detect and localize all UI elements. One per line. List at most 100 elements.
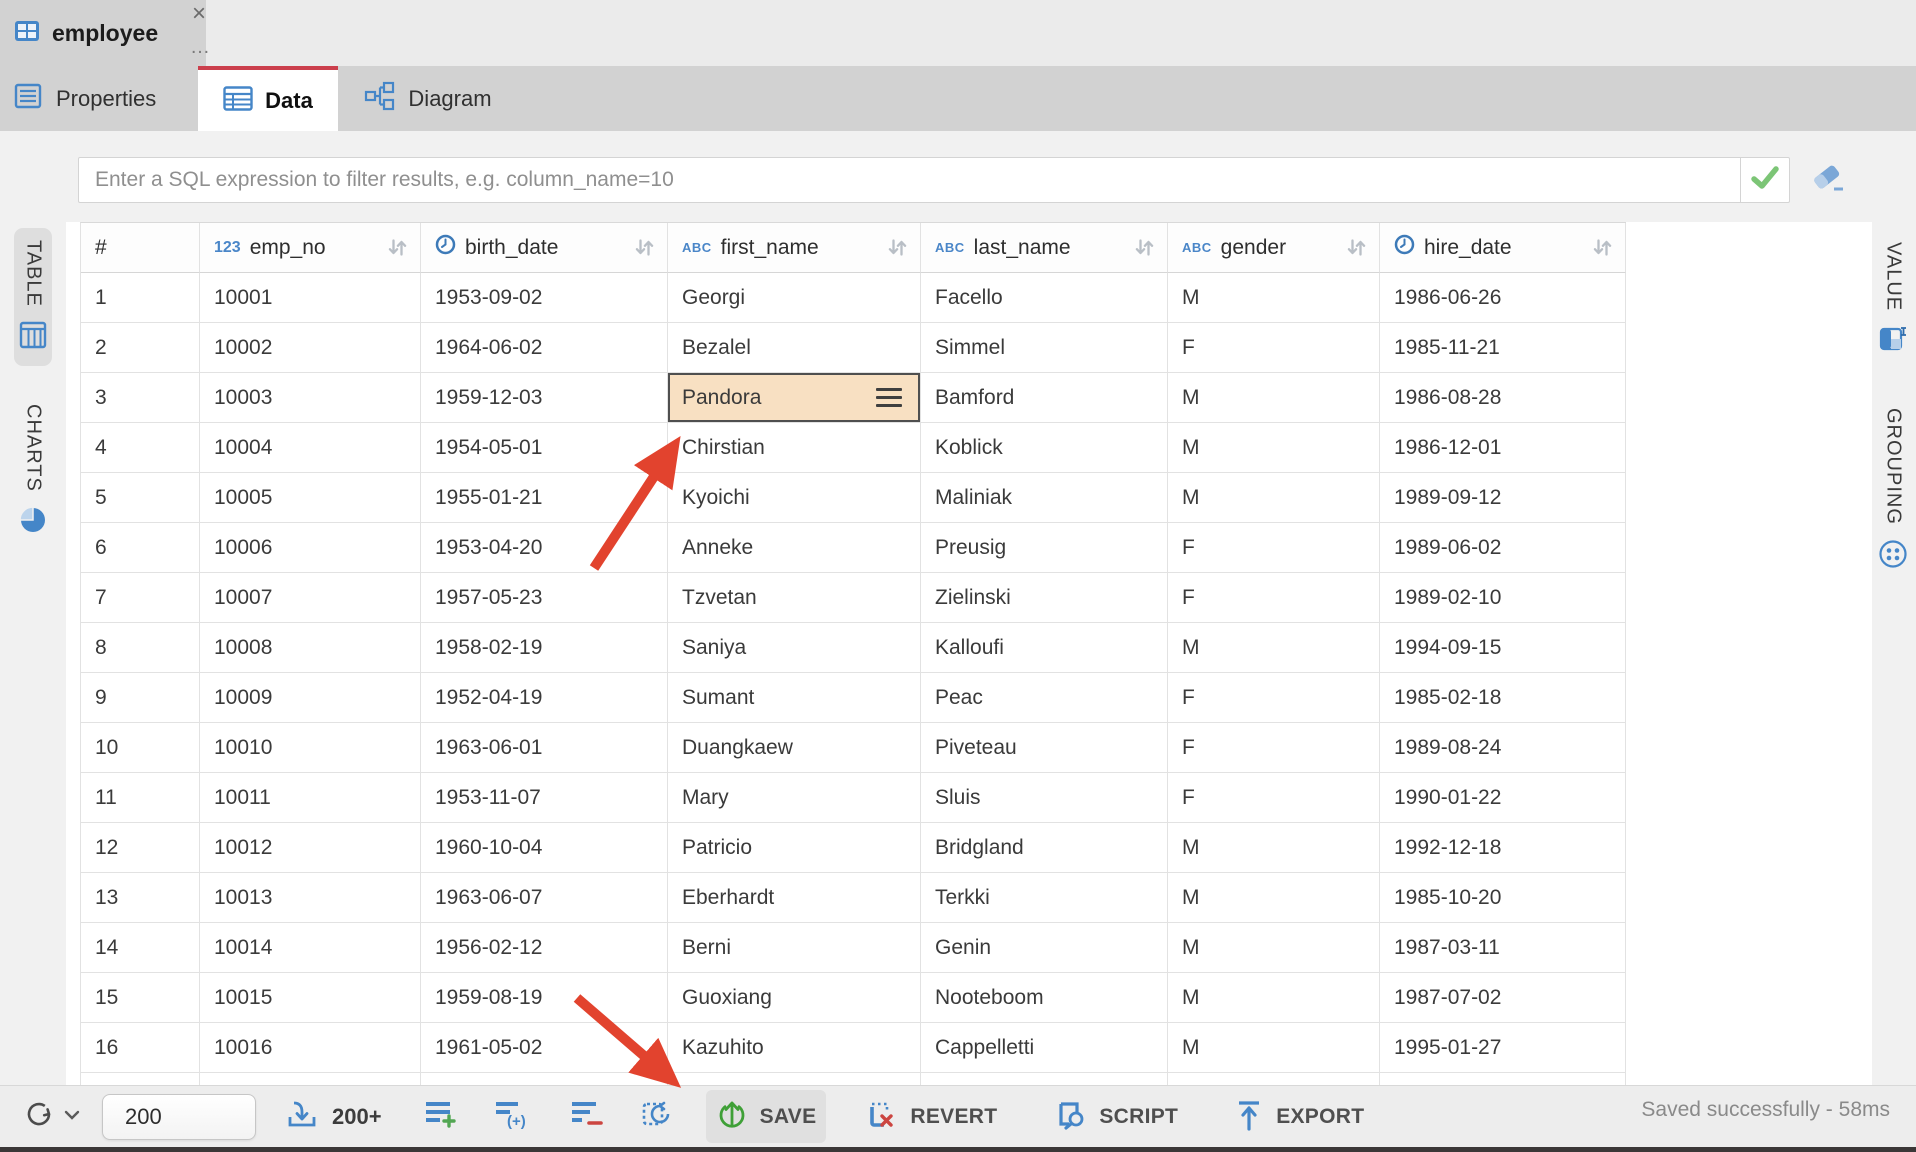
table-cell[interactable]: 1954-05-01: [421, 423, 668, 473]
table-cell[interactable]: 1989-09-12: [1380, 473, 1626, 523]
table-cell[interactable]: 1992-12-18: [1380, 823, 1626, 873]
table-cell[interactable]: 10012: [200, 823, 421, 873]
table-cell[interactable]: Facello: [921, 273, 1168, 323]
table-cell[interactable]: Kazuhito: [668, 1023, 921, 1073]
table-cell[interactable]: [421, 1073, 668, 1085]
table-cell[interactable]: 10010: [200, 723, 421, 773]
table-cell[interactable]: Piveteau: [921, 723, 1168, 773]
table-cell[interactable]: 1955-01-21: [421, 473, 668, 523]
close-icon[interactable]: ×: [192, 2, 206, 26]
row-number-cell[interactable]: 3: [81, 373, 200, 423]
refresh-icon[interactable]: [22, 1097, 56, 1136]
table-cell[interactable]: 1961-05-02: [421, 1023, 668, 1073]
table-cell[interactable]: M: [1168, 623, 1380, 673]
table-cell[interactable]: 1989-06-02: [1380, 523, 1626, 573]
table-cell[interactable]: 10016: [200, 1023, 421, 1073]
table-cell[interactable]: 1989-02-10: [1380, 573, 1626, 623]
row-number-cell[interactable]: 8: [81, 623, 200, 673]
table-cell[interactable]: 1994-09-15: [1380, 623, 1626, 673]
table-cell[interactable]: 1953-04-20: [421, 523, 668, 573]
editor-tab-employee[interactable]: employee: [0, 0, 206, 66]
table-cell[interactable]: Bridgland: [921, 823, 1168, 873]
table-cell[interactable]: Preusig: [921, 523, 1168, 573]
table-cell[interactable]: 1963-06-07: [421, 873, 668, 923]
table-cell[interactable]: 1959-12-03: [421, 373, 668, 423]
table-cell[interactable]: 10008: [200, 623, 421, 673]
sort-icon[interactable]: [1592, 237, 1613, 258]
table-cell[interactable]: M: [1168, 923, 1380, 973]
sort-icon[interactable]: [634, 237, 655, 258]
panel-tab-grouping[interactable]: GROUPING: [1873, 396, 1913, 586]
revert-button[interactable]: REVERT: [854, 1090, 1007, 1143]
table-cell[interactable]: M: [1168, 823, 1380, 873]
table-cell[interactable]: 1959-08-19: [421, 973, 668, 1023]
add-row-icon[interactable]: [424, 1099, 458, 1134]
table-cell[interactable]: 1958-02-19: [421, 623, 668, 673]
table-cell[interactable]: 10013: [200, 873, 421, 923]
tab-diagram[interactable]: Diagram: [338, 66, 518, 131]
row-number-cell[interactable]: 13: [81, 873, 200, 923]
table-cell[interactable]: 10006: [200, 523, 421, 573]
column-header-birth_date[interactable]: birth_date: [421, 223, 668, 273]
table-cell[interactable]: Kyoichi: [668, 473, 921, 523]
table-cell[interactable]: Koblick: [921, 423, 1168, 473]
table-cell[interactable]: [668, 1073, 921, 1085]
table-cell[interactable]: Sluis: [921, 773, 1168, 823]
table-cell[interactable]: [921, 1073, 1168, 1085]
table-cell[interactable]: 1986-06-26: [1380, 273, 1626, 323]
table-cell[interactable]: Patricio: [668, 823, 921, 873]
table-cell[interactable]: 10004: [200, 423, 421, 473]
table-cell[interactable]: M: [1168, 473, 1380, 523]
table-cell[interactable]: 1960-10-04: [421, 823, 668, 873]
table-cell[interactable]: 1952-04-19: [421, 673, 668, 723]
table-cell[interactable]: 1989-08-24: [1380, 723, 1626, 773]
row-number-cell[interactable]: 12: [81, 823, 200, 873]
row-number-cell[interactable]: 5: [81, 473, 200, 523]
table-cell[interactable]: 10007: [200, 573, 421, 623]
table-cell[interactable]: 1990-01-22: [1380, 773, 1626, 823]
tab-data[interactable]: Data: [198, 66, 338, 131]
table-cell[interactable]: Terkki: [921, 873, 1168, 923]
fetch-size-input[interactable]: [102, 1094, 256, 1140]
table-cell[interactable]: Berni: [668, 923, 921, 973]
column-header-last_name[interactable]: ABClast_name: [921, 223, 1168, 273]
tab-properties[interactable]: Properties: [0, 66, 198, 131]
table-cell[interactable]: Maliniak: [921, 473, 1168, 523]
table-cell[interactable]: Nooteboom: [921, 973, 1168, 1023]
table-cell[interactable]: F: [1168, 573, 1380, 623]
clear-filter-button[interactable]: [1808, 161, 1848, 201]
row-number-cell[interactable]: 1: [81, 273, 200, 323]
duplicate-row-icon[interactable]: (+): [494, 1099, 534, 1134]
table-cell[interactable]: M: [1168, 273, 1380, 323]
table-cell[interactable]: Cappelletti: [921, 1023, 1168, 1073]
table-cell[interactable]: 1986-12-01: [1380, 423, 1626, 473]
table-cell[interactable]: M: [1168, 373, 1380, 423]
table-cell[interactable]: 1987-07-02: [1380, 973, 1626, 1023]
table-cell[interactable]: 10002: [200, 323, 421, 373]
save-button[interactable]: SAVE: [706, 1090, 827, 1143]
column-header-hire_date[interactable]: hire_date: [1380, 223, 1626, 273]
table-cell[interactable]: Saniya: [668, 623, 921, 673]
table-cell[interactable]: 1964-06-02: [421, 323, 668, 373]
table-cell[interactable]: Peac: [921, 673, 1168, 723]
sort-icon[interactable]: [387, 237, 408, 258]
table-cell[interactable]: Zielinski: [921, 573, 1168, 623]
chevron-down-icon[interactable]: [64, 1108, 80, 1126]
table-cell[interactable]: [1380, 1073, 1626, 1085]
table-cell[interactable]: M: [1168, 973, 1380, 1023]
table-cell[interactable]: 1957-05-23: [421, 573, 668, 623]
table-cell[interactable]: Bezalel: [668, 323, 921, 373]
apply-filter-button[interactable]: [1740, 158, 1789, 202]
column-header-emp_no[interactable]: 123emp_no: [200, 223, 421, 273]
row-number-cell[interactable]: 4: [81, 423, 200, 473]
table-cell[interactable]: 10001: [200, 273, 421, 323]
column-header-rownum[interactable]: #: [81, 223, 200, 273]
table-cell[interactable]: 10003: [200, 373, 421, 423]
table-cell[interactable]: Eberhardt: [668, 873, 921, 923]
table-cell[interactable]: 1963-06-01: [421, 723, 668, 773]
row-number-cell[interactable]: 11: [81, 773, 200, 823]
table-cell[interactable]: M: [1168, 423, 1380, 473]
row-number-cell[interactable]: 2: [81, 323, 200, 373]
table-cell[interactable]: Tzvetan: [668, 573, 921, 623]
row-number-cell[interactable]: [81, 1073, 200, 1085]
